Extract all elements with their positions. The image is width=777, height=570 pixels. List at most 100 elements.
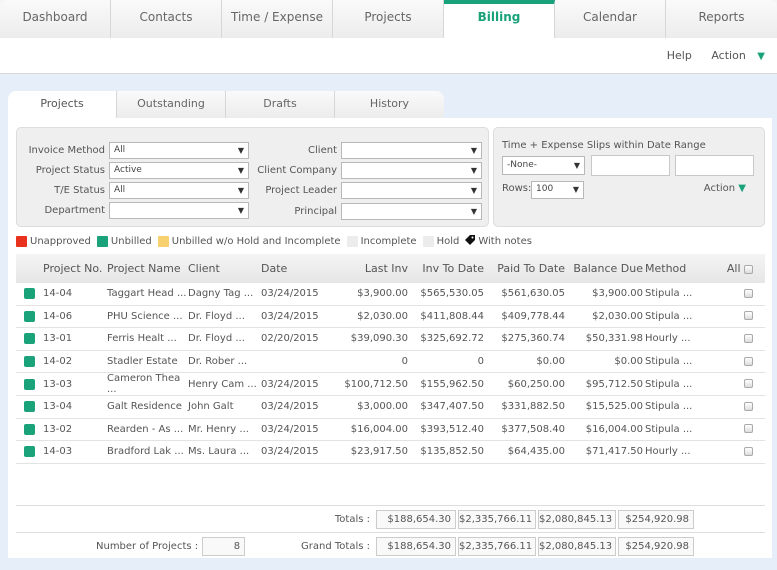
- col-date[interactable]: Date: [261, 262, 334, 275]
- table-row[interactable]: 14-03 Bradford Lak ... Ms. Laura ... 03/24/…: [16, 441, 765, 464]
- table-row[interactable]: 13-02 Rearden - As ... Mr. Henry ... 03/24/…: [16, 419, 765, 442]
- cell-project-name[interactable]: Bradford Lak ...: [107, 446, 188, 457]
- dropdown-arrow-icon: ▼: [470, 146, 477, 155]
- client-select[interactable]: ▼: [341, 142, 482, 159]
- cell-client: Dr. Floyd ...: [188, 333, 245, 345]
- te-range-select[interactable]: -None- ▼: [502, 156, 585, 175]
- main-nav: Dashboard Contacts Time / Expense Projec…: [0, 0, 777, 38]
- cell-last-inv: $23,917.50: [350, 446, 408, 458]
- nav-tab-time-expense[interactable]: Time / Expense: [222, 0, 333, 38]
- cell-project-name[interactable]: Ferris Healt ...: [107, 333, 188, 344]
- select-cell: [711, 446, 759, 457]
- dropdown-arrow-icon: ▼: [237, 146, 244, 155]
- table-row[interactable]: 13-01 Ferris Healt ... Dr. Floyd ... 02/20/…: [16, 328, 765, 351]
- table-row[interactable]: 13-04 Galt Residence John Galt 03/24/2015 $3…: [16, 396, 765, 419]
- cell-project-no[interactable]: 13-03: [43, 379, 107, 390]
- incomplete-swatch-icon: [346, 236, 358, 247]
- dropdown-arrow-icon: ▼: [237, 206, 244, 215]
- col-client[interactable]: Client: [188, 262, 261, 275]
- nav-tab-reports[interactable]: Reports: [666, 0, 777, 38]
- cell-method: Stipula ...: [645, 378, 693, 390]
- cell-method: Hourly ...: [645, 333, 691, 345]
- grand-totals-balance-due: $254,920.98: [618, 537, 694, 556]
- col-method[interactable]: Method: [645, 262, 711, 275]
- table-row[interactable]: 14-04 Taggart Head ... Dagny Tag ... 03/24/…: [16, 283, 765, 306]
- cell-client: Dr. Rober ...: [188, 356, 248, 368]
- te-action-menu[interactable]: Action ▼: [704, 183, 746, 194]
- cell-project-name[interactable]: Galt Residence: [107, 401, 188, 412]
- te-end-date-input[interactable]: [675, 155, 754, 176]
- cell-date: 03/24/2015: [261, 423, 319, 435]
- department-select[interactable]: ▼: [109, 202, 249, 219]
- sub-header-bar: Help Action ▼: [0, 38, 777, 74]
- select-cell: [711, 333, 759, 344]
- select-all-checkbox[interactable]: [744, 264, 753, 274]
- te-start-date-input[interactable]: [591, 155, 670, 176]
- department-label: Department: [44, 205, 105, 216]
- project-leader-select[interactable]: ▼: [341, 182, 482, 199]
- cell-project-no[interactable]: 14-03: [43, 446, 107, 457]
- col-balance-due[interactable]: Balance Due: [565, 262, 645, 275]
- row-checkbox[interactable]: [744, 356, 753, 366]
- row-checkbox[interactable]: [744, 401, 753, 411]
- cell-project-no[interactable]: 14-02: [43, 356, 107, 367]
- project-status-select[interactable]: Active ▼: [109, 162, 249, 179]
- cell-method: Hourly ...: [645, 446, 691, 458]
- cell-project-name[interactable]: Taggart Head ...: [107, 288, 188, 299]
- cell-project-name[interactable]: Rearden - As ...: [107, 424, 188, 435]
- row-checkbox[interactable]: [744, 333, 753, 343]
- cell-project-name[interactable]: Stadler Estate: [107, 356, 188, 367]
- nav-tab-billing[interactable]: Billing: [444, 0, 555, 38]
- rows-select[interactable]: 100 ▼: [531, 181, 584, 199]
- cell-paid-to-date: $60,250.00: [507, 378, 565, 390]
- cell-client: John Galt: [188, 401, 234, 413]
- cell-inv-to-date: $411,808.44: [420, 310, 484, 322]
- subtab-drafts[interactable]: Drafts: [226, 91, 335, 118]
- grand-totals-divider: [16, 532, 765, 533]
- col-inv-to-date[interactable]: Inv To Date: [408, 262, 484, 275]
- action-menu[interactable]: Action ▼: [703, 49, 765, 62]
- cell-project-no[interactable]: 14-06: [43, 311, 107, 322]
- table-row[interactable]: 13-03 Cameron Thea ... Henry Cam ... 03/24/…: [16, 373, 765, 396]
- cell-project-no[interactable]: 13-04: [43, 401, 107, 412]
- nav-tab-calendar[interactable]: Calendar: [555, 0, 666, 38]
- te-status-select[interactable]: All ▼: [109, 182, 249, 199]
- subtab-history[interactable]: History: [335, 91, 444, 118]
- cell-inv-to-date: $565,530.05: [420, 288, 484, 300]
- nav-tab-projects[interactable]: Projects: [333, 0, 444, 38]
- table-row[interactable]: 14-06 PHU Science ... Dr. Floyd ... 03/24/2…: [16, 306, 765, 329]
- row-checkbox[interactable]: [744, 288, 753, 298]
- te-status-label: T/E Status: [54, 185, 105, 196]
- row-checkbox[interactable]: [744, 446, 753, 456]
- subtab-outstanding[interactable]: Outstanding: [117, 91, 226, 118]
- table-row[interactable]: 14-02 Stadler Estate Dr. Rober ... 0 0 $0.00 $…: [16, 351, 765, 374]
- invoice-method-select[interactable]: All ▼: [109, 142, 249, 159]
- col-project-name[interactable]: Project Name: [107, 262, 188, 275]
- col-project-no[interactable]: Project No.: [43, 262, 107, 275]
- row-checkbox[interactable]: [744, 379, 753, 389]
- help-link[interactable]: Help: [667, 49, 692, 62]
- row-checkbox[interactable]: [744, 311, 753, 321]
- cell-project-name[interactable]: PHU Science ...: [107, 311, 188, 322]
- dropdown-arrow-icon: ▼: [470, 186, 477, 195]
- principal-label: Principal: [294, 206, 337, 217]
- client-company-select[interactable]: ▼: [341, 162, 482, 179]
- project-status-value: Active: [114, 165, 142, 175]
- select-all-label: All: [726, 262, 741, 275]
- col-last-inv[interactable]: Last Inv: [334, 262, 408, 275]
- nav-tab-dashboard[interactable]: Dashboard: [0, 0, 111, 38]
- cell-project-no[interactable]: 14-04: [43, 288, 107, 299]
- subtab-projects[interactable]: Projects: [8, 91, 117, 118]
- cell-date: 03/24/2015: [261, 446, 319, 458]
- col-paid-to-date[interactable]: Paid To Date: [484, 262, 565, 275]
- principal-select[interactable]: ▼: [341, 203, 482, 220]
- cell-paid-to-date: $275,360.74: [501, 333, 565, 345]
- totals-divider: [16, 505, 765, 506]
- row-checkbox[interactable]: [744, 424, 753, 434]
- cell-project-no[interactable]: 13-01: [43, 333, 107, 344]
- cell-project-no[interactable]: 13-02: [43, 424, 107, 435]
- cell-paid-to-date: $377,508.40: [501, 423, 565, 435]
- cell-method: Stipula ...: [645, 401, 693, 413]
- cell-project-name[interactable]: Cameron Thea ...: [107, 373, 188, 395]
- nav-tab-contacts[interactable]: Contacts: [111, 0, 222, 38]
